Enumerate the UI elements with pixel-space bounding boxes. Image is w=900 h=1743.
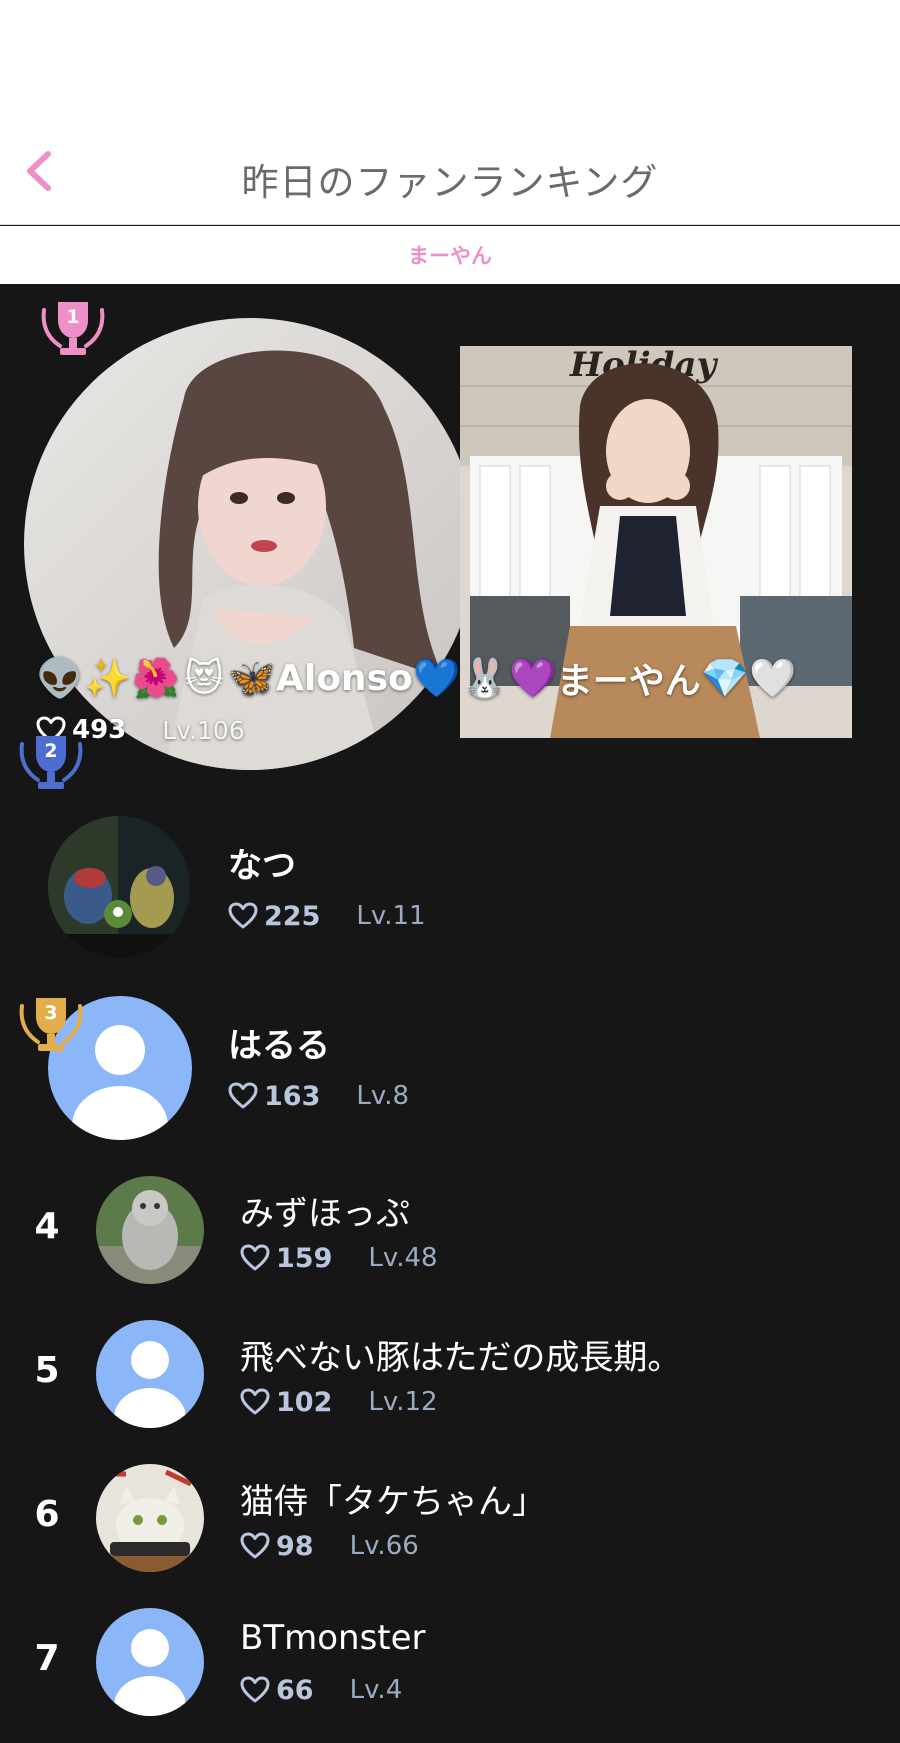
butterfly-emoji: 🦋 (228, 655, 276, 700)
rank-5-level: Lv.12 (368, 1387, 438, 1417)
rank-6-stats: 98 Lv.66 (240, 1528, 419, 1564)
rank-5-stats: 102 Lv.12 (240, 1384, 438, 1420)
status-bar-area (0, 0, 900, 130)
rank-2-avatar[interactable] (48, 816, 190, 958)
rank-5-number: 5 (34, 1350, 60, 1391)
purple-heart-emoji: 💜 (509, 655, 557, 700)
rank-7-hearts: 66 (276, 1674, 314, 1706)
rank-number: 3 (44, 1002, 58, 1024)
rank-4-level: Lv.48 (368, 1243, 438, 1273)
rank-2-photo (48, 816, 190, 958)
rank-5-hearts: 102 (276, 1386, 333, 1418)
rabbit-emoji: 🐰 (461, 655, 509, 700)
rank-3-level: Lv.8 (356, 1081, 410, 1111)
rank-6-name[interactable]: 猫侍「タケちゃん」 (240, 1474, 546, 1523)
rank-4-hearts: 159 (276, 1242, 333, 1274)
host-overlay-text: まーやん (556, 661, 701, 702)
rank-6-photo (96, 1464, 204, 1572)
rank-2-hearts: 225 (264, 900, 321, 932)
rank-4-stats: 159 Lv.48 (240, 1240, 438, 1276)
default-user-icon (114, 1341, 186, 1428)
rank-2-name[interactable]: なつ (228, 838, 296, 887)
hibiscus-emoji: 🌺 (132, 655, 180, 700)
default-user-icon (114, 1629, 186, 1716)
rank-number: 2 (44, 740, 58, 762)
heart-icon (228, 1082, 258, 1109)
rank-3-name[interactable]: はるる (228, 1018, 330, 1067)
rank-3-hearts: 163 (264, 1080, 321, 1112)
host-name: まーやん (408, 244, 492, 268)
top-fan-level: Lv.106 (162, 715, 245, 745)
rank-2-level: Lv.11 (356, 901, 426, 931)
alien-emoji: 👽 (36, 655, 84, 700)
rank-number: 1 (66, 306, 80, 328)
rank-7-stats: 66 Lv.4 (240, 1672, 402, 1708)
white-heart-emoji: 🤍 (749, 655, 797, 700)
rank-7-name[interactable]: BTmonster (240, 1618, 426, 1658)
rank-7-avatar[interactable] (96, 1608, 204, 1716)
gem-emoji: 💎 (701, 655, 749, 700)
heart-icon (240, 1244, 270, 1271)
rank-3-stats: 163 Lv.8 (228, 1078, 409, 1114)
page-title: 昨日のファンランキング (241, 161, 659, 204)
top-fan-name-text: Alonso (276, 657, 413, 699)
rank-6-hearts: 98 (276, 1530, 314, 1562)
header: 昨日のファンランキング (0, 130, 900, 225)
rank-2-trophy: 2 (16, 732, 86, 796)
rank-5-avatar[interactable] (96, 1320, 204, 1428)
rank-4-number: 4 (34, 1206, 60, 1247)
heart-icon (228, 902, 258, 929)
rank-7-level: Lv.4 (349, 1675, 403, 1705)
rank-3-trophy: 3 (16, 994, 86, 1058)
top-fan-name: 👽 ✨ 🌺 😻 🦋 Alonso 💙 🐰 💜 まーやん 💎 🤍 (36, 650, 797, 706)
heart-icon (240, 1676, 270, 1703)
rank-6-number: 6 (34, 1494, 60, 1535)
ranking-list: 1 Holiday 👽 ✨ 🌺 😻 🦋 (0, 286, 900, 1743)
heart-icon (240, 1388, 270, 1415)
rank-6-avatar[interactable] (96, 1464, 204, 1572)
heart-icon (240, 1532, 270, 1559)
rank-1-trophy: 1 (38, 298, 108, 362)
rank-5-name[interactable]: 飛べない豚はただの成長期。 (240, 1330, 681, 1379)
rank-4-name[interactable]: みずほっぷ (240, 1186, 410, 1235)
rank-2-stats: 225 Lv.11 (228, 898, 426, 934)
rank-4-photo (96, 1176, 204, 1284)
rank-6-level: Lv.66 (349, 1531, 419, 1561)
rank-4-avatar[interactable] (96, 1176, 204, 1284)
rank-7-number: 7 (34, 1638, 60, 1679)
host-name-bar: まーやん (0, 226, 900, 284)
heart-eyes-cat-emoji: 😻 (184, 656, 224, 700)
sparkles-emoji: ✨ (84, 655, 132, 700)
blue-heart-emoji: 💙 (413, 655, 461, 700)
